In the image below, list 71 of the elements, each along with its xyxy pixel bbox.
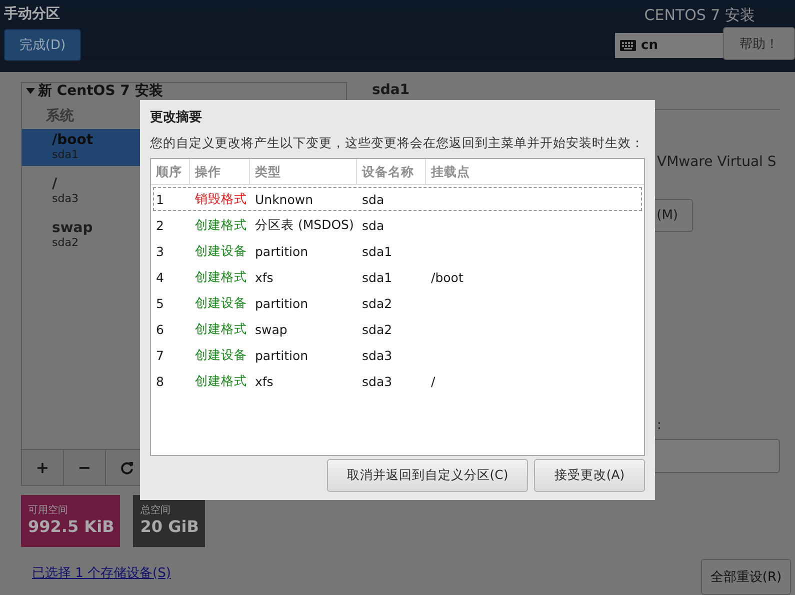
keyboard-layout-field[interactable]: cn (615, 33, 723, 58)
section-label: 系统 (46, 107, 74, 125)
table-cell-text: 2 (155, 218, 165, 232)
table-cell-text: /boot (430, 270, 464, 284)
input-field[interactable] (653, 439, 780, 473)
column-header[interactable]: 设备名称 (357, 159, 426, 184)
table-cell-text: 销毁格式 (194, 190, 248, 208)
table-row[interactable]: 5 创建设备 partition sda2 (153, 291, 642, 315)
accept-button[interactable]: 接受更改(A) (534, 459, 645, 492)
table-cell-text: sda1 (361, 270, 394, 284)
space-label: 总空间 (140, 504, 172, 517)
table-cell-text: 创建格式 (194, 372, 248, 390)
field-label: : (657, 418, 662, 433)
table-cell-text: partition (254, 348, 310, 362)
table-cell-text: sda (361, 192, 386, 206)
table-cell-text: xfs (254, 270, 274, 284)
table-cell-text: 创建格式 (194, 216, 248, 234)
table-cell-text: sda (361, 218, 386, 232)
keyboard-icon (620, 40, 636, 51)
table-row[interactable]: 3 创建设备 partition sda1 (153, 239, 642, 263)
column-header[interactable]: 挂载点 (426, 159, 644, 184)
product-title: CENTOS 7 安装 (644, 6, 755, 25)
table-cell-text: 7 (155, 348, 165, 362)
reset-all-button[interactable]: 全部重设(R) (701, 559, 791, 595)
space-value: 992.5 KiB (28, 517, 114, 536)
table-cell-text: Unknown (254, 192, 314, 206)
table-cell-text: sda3 (361, 374, 394, 388)
table-cell-text: / (430, 374, 436, 388)
table-row[interactable]: 7 创建设备 partition sda3 (153, 343, 642, 367)
column-header[interactable]: 操作 (190, 159, 250, 184)
table-cell-text: 创建格式 (194, 268, 248, 286)
table-cell-text: 创建设备 (194, 346, 248, 364)
table-row[interactable]: 6 创建格式 swap sda2 (153, 317, 642, 341)
device-model: VMware Virtual S (657, 154, 778, 170)
space-label: 可用空间 (28, 504, 69, 517)
table-cell-text: 1 (155, 192, 165, 206)
table-cell-text: 创建设备 (194, 242, 248, 260)
table-cell-text: 4 (155, 270, 165, 284)
table-cell-text: 创建设备 (194, 294, 248, 312)
help-button[interactable]: 帮助！ (723, 27, 795, 60)
space-value: 20 GiB (140, 517, 199, 536)
remove-button[interactable]: − (64, 450, 106, 485)
install-heading: 新 CentOS 7 安装 (38, 83, 163, 99)
table-row[interactable]: 1 销毁格式 Unknown sda (153, 187, 642, 211)
cancel-button[interactable]: 取消并返回到自定义分区(C) (327, 459, 528, 492)
dialog-title: 更改摘要 (150, 108, 203, 126)
caret-icon[interactable] (26, 88, 35, 94)
table-row[interactable]: 8 创建格式 xfs sda3 / (153, 369, 642, 393)
table-cell-text: sda3 (361, 348, 394, 362)
table-cell-text: sda2 (361, 296, 394, 310)
table-cell-text: sda2 (361, 322, 394, 336)
table-cell-text: 创建格式 (194, 320, 248, 338)
table-cell-text: 8 (155, 374, 165, 388)
table-row[interactable]: 4 创建格式 xfs sda1 /boot (153, 265, 642, 289)
table-cell-text: partition (254, 296, 310, 310)
table-cell-text: xfs (254, 374, 274, 388)
table-cell-text: 5 (155, 296, 165, 310)
table-cell-text: 分区表 (MSDOS) (254, 216, 355, 234)
refresh-icon (120, 460, 134, 474)
column-header[interactable]: 顺序 (151, 159, 190, 184)
table-cell-text: 6 (155, 322, 165, 336)
add-button[interactable]: + (22, 450, 64, 485)
column-header[interactable]: 类型 (250, 159, 357, 184)
dialog-description: 您的自定义更改将产生以下变更，这些变更将会在您返回到主菜单并开始安装时生效： (150, 135, 645, 152)
table-cell-text: sda1 (361, 244, 394, 258)
table-cell-text: 3 (155, 244, 165, 258)
screen-title: 手动分区 (4, 5, 60, 23)
done-button[interactable]: 完成(D) (4, 29, 81, 61)
table-cell-text: swap (254, 322, 288, 336)
table-cell-text: partition (254, 244, 310, 258)
storage-link[interactable]: 已选择 1 个存储设备(S) (32, 564, 347, 582)
